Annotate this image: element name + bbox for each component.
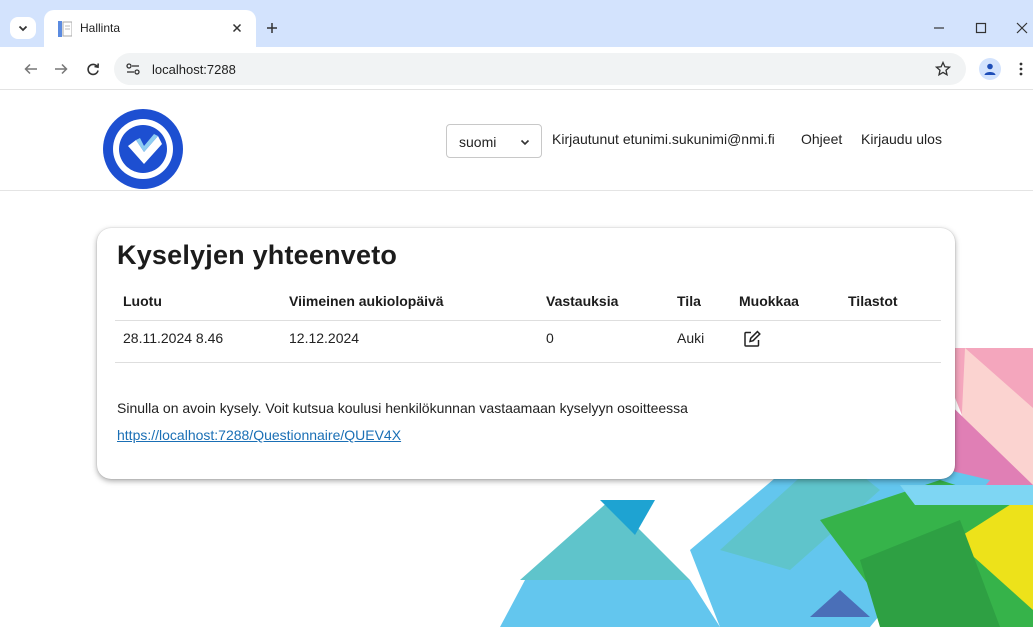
- minimize-button[interactable]: [927, 17, 951, 39]
- page-favicon-icon: [58, 21, 72, 37]
- page-title: Kyselyjen yhteenveto: [117, 240, 398, 270]
- edit-survey-button[interactable]: [741, 328, 763, 350]
- table-row-divider: [115, 362, 941, 363]
- close-icon: [232, 23, 242, 33]
- language-select-value: suomi: [459, 134, 497, 150]
- site-settings-icon: [126, 63, 140, 75]
- new-tab-button[interactable]: [262, 18, 282, 38]
- maximize-button[interactable]: [969, 17, 993, 39]
- cell-created: 28.11.2024 8.46: [123, 330, 224, 346]
- survey-summary-card: Kyselyjen yhteenveto Luotu Viimeinen auk…: [97, 228, 955, 479]
- reload-button[interactable]: [82, 58, 104, 80]
- questionnaire-link[interactable]: https://localhost:7288/Questionnaire/QUE…: [117, 427, 401, 443]
- maximize-icon: [975, 22, 987, 34]
- help-link[interactable]: Ohjeet: [801, 131, 842, 147]
- reload-icon: [87, 63, 99, 76]
- url-text: localhost:7288: [152, 62, 236, 77]
- logged-in-user-label: Kirjautunut etunimi.sukunimi@nmi.fi: [552, 131, 775, 147]
- browser-menu-button[interactable]: [1014, 58, 1028, 80]
- browser-tab[interactable]: Hallinta: [44, 10, 256, 47]
- browser-toolbar: localhost:7288: [0, 47, 1033, 90]
- arrow-left-icon: [24, 63, 37, 75]
- column-header-statistics: Tilastot: [848, 293, 898, 309]
- window-close-button[interactable]: [1010, 17, 1033, 39]
- forward-button[interactable]: [50, 58, 72, 80]
- logout-link[interactable]: Kirjaudu ulos: [861, 131, 942, 147]
- more-vertical-icon: [1019, 62, 1023, 76]
- column-header-responses: Vastauksia: [546, 293, 619, 309]
- page-viewport: suomi Kirjautunut etunimi.sukunimi@nmi.f…: [0, 90, 1033, 627]
- browser-window: Hallinta localhost:7288 suomi Kirjautunu…: [0, 0, 1033, 627]
- column-header-last-open-day: Viimeinen aukiolopäivä: [289, 293, 444, 309]
- profile-button[interactable]: [979, 58, 1001, 80]
- language-select[interactable]: suomi: [446, 124, 542, 158]
- open-survey-note: Sinulla on avoin kysely. Voit kutsua kou…: [117, 400, 688, 416]
- bookmark-button[interactable]: [934, 60, 952, 78]
- column-header-status: Tila: [677, 293, 701, 309]
- site-header: suomi Kirjautunut etunimi.sukunimi@nmi.f…: [0, 90, 1033, 191]
- site-info-button[interactable]: [123, 59, 143, 79]
- avatar-icon: [984, 63, 996, 75]
- tab-search-button[interactable]: [10, 17, 36, 39]
- star-icon: [935, 61, 951, 77]
- table-header-divider: [115, 320, 941, 321]
- minimize-icon: [934, 27, 944, 29]
- close-icon: [1016, 22, 1028, 34]
- edit-icon: [744, 330, 761, 347]
- column-header-edit: Muokkaa: [739, 293, 799, 309]
- address-bar[interactable]: localhost:7288: [114, 53, 966, 85]
- back-button[interactable]: [20, 58, 42, 80]
- chevron-down-icon: [18, 25, 28, 32]
- tab-title: Hallinta: [80, 21, 121, 35]
- lukeva-koulu-logo[interactable]: [102, 108, 184, 190]
- cell-responses: 0: [546, 330, 554, 346]
- tab-close-button[interactable]: [228, 19, 246, 37]
- column-header-created: Luotu: [123, 293, 162, 309]
- tab-strip: Hallinta: [0, 0, 1033, 47]
- cell-last-open-day: 12.12.2024: [289, 330, 360, 346]
- arrow-right-icon: [55, 63, 68, 75]
- plus-icon: [267, 23, 277, 33]
- chevron-down-icon: [518, 135, 532, 149]
- cell-status: Auki: [677, 330, 705, 346]
